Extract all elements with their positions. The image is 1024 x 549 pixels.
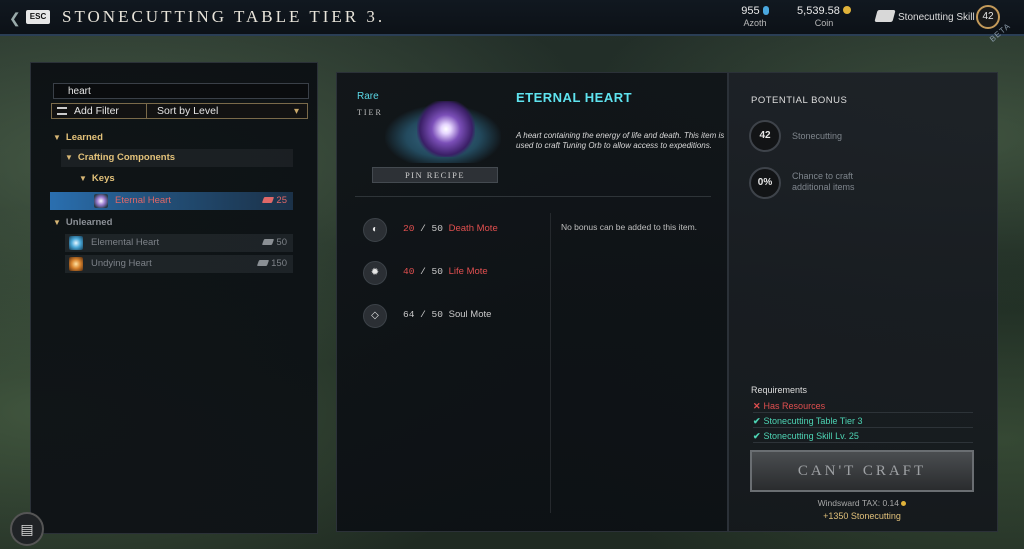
ingredient-have: 20 (403, 223, 415, 234)
chevron-down-icon: ▼ (53, 133, 61, 142)
recipe-count: 25 (262, 192, 287, 210)
chance-label: Chance to craft additional items (792, 171, 855, 192)
craft-panel: POTENTIAL BONUS 42 Stonecutting 0% Chanc… (728, 72, 998, 532)
pin-recipe-button[interactable]: PIN RECIPE (372, 167, 498, 183)
ingredient-have: 40 (403, 266, 415, 277)
rarity-label: Rare (357, 91, 379, 102)
tree-learned[interactable]: ▼ Learned (53, 132, 103, 143)
ingredient-name: Death Mote (448, 223, 498, 234)
tree-unlearned[interactable]: ▼ Unlearned (53, 217, 112, 228)
ingredient-need: 50 (431, 309, 443, 320)
undying-heart-icon (69, 257, 83, 271)
chevron-down-icon: ▾ (293, 106, 299, 117)
recipe-count: 150 (257, 255, 287, 273)
azoth-currency: 955 Azoth (740, 5, 770, 28)
death-mote-icon: ◐ (363, 218, 387, 242)
search-input[interactable] (53, 83, 309, 99)
recipe-name: Eternal Heart (115, 195, 171, 206)
tree-keys[interactable]: ▼ Keys (75, 170, 293, 188)
skill-bonus-label: Stonecutting (792, 131, 843, 141)
tree-crafting-components[interactable]: ▼ Crafting Components (61, 149, 293, 167)
requirement-item: ✕ Has Resources (753, 399, 973, 413)
azoth-value: 955 (741, 5, 760, 17)
ingredient-name: Soul Mote (448, 309, 492, 320)
coin-icon (842, 6, 851, 14)
back-arrow-icon[interactable]: ❮ (9, 10, 21, 26)
item-name: ETERNAL HEART (516, 90, 633, 105)
chevron-down-icon: ▼ (53, 218, 61, 227)
azoth-label: Azoth (743, 18, 767, 28)
recipe-item-elemental-heart[interactable]: Elemental Heart 50 (65, 234, 293, 252)
chevron-down-icon: ▼ (65, 153, 73, 162)
filter-icon (57, 107, 67, 115)
x-icon: ✕ (753, 401, 761, 411)
requirement-item: ✔ Stonecutting Skill Lv. 25 (753, 429, 973, 443)
life-mote-icon: ✹ (363, 261, 387, 285)
skill-level-badge: 42 (976, 5, 1000, 29)
elemental-heart-icon (69, 236, 83, 250)
divider (355, 196, 711, 197)
ingredient-have: 64 (403, 309, 415, 320)
check-icon: ✔ (753, 431, 761, 441)
xp-reward-text: +1350 Stonecutting (823, 511, 901, 521)
chat-icon[interactable]: ▤ (10, 512, 44, 546)
soul-mote-icon: ◇ (363, 304, 387, 328)
chance-badge: 0% (749, 167, 781, 199)
potential-bonus-title: POTENTIAL BONUS (751, 95, 848, 106)
recipe-name: Elemental Heart (91, 237, 160, 248)
check-icon: ✔ (753, 416, 761, 426)
no-bonus-text: No bonus can be added to this item. (560, 222, 698, 232)
skill-bonus-badge: 42 (749, 120, 781, 152)
ingot-icon (257, 260, 270, 266)
recipe-item-eternal-heart[interactable]: Eternal Heart 25 (50, 192, 293, 210)
skill-label: Stonecutting Skill (898, 12, 975, 23)
esc-key-button[interactable]: ESC (26, 10, 50, 24)
eternal-heart-gem-icon (417, 101, 475, 157)
page-title: STONECUTTING TABLE TIER 3. (62, 7, 386, 26)
coin-value: 5,539.58 (797, 5, 840, 17)
add-filter-label: Add Filter (74, 105, 119, 117)
ingredient-need: 50 (431, 266, 443, 277)
chevron-down-icon: ▼ (79, 174, 87, 183)
sort-dropdown[interactable]: Sort by Level ▾ (146, 103, 308, 119)
tax-text: Windsward TAX: 0.14 (750, 498, 974, 508)
coin-icon (901, 501, 907, 506)
recipe-count: 50 (262, 234, 287, 252)
ingredient-need: 50 (431, 223, 443, 234)
tier-label: TIER (357, 108, 383, 117)
item-description: A heart containing the energy of life an… (516, 131, 725, 150)
stonecutting-skill-icon (874, 10, 896, 22)
coin-label: Coin (814, 18, 834, 28)
sort-label: Sort by Level (157, 105, 219, 117)
top-bar: ❮ ESC STONECUTTING TABLE TIER 3. 955 Azo… (0, 0, 1024, 36)
coin-currency: 5,539.58 Coin (792, 5, 856, 28)
azoth-icon (762, 6, 769, 15)
requirement-item: ✔ Stonecutting Table Tier 3 (753, 414, 973, 428)
recipe-detail-panel: Rare TIER PIN RECIPE ETERNAL HEART A hea… (336, 72, 728, 532)
recipe-list-panel: Add Filter Sort by Level ▾ ▼Learned ▼Cra… (30, 62, 318, 534)
divider (550, 213, 551, 513)
requirements-title: Requirements (751, 385, 808, 395)
ingot-icon (262, 239, 275, 245)
craft-button[interactable]: CAN'T CRAFT (750, 450, 974, 492)
recipe-name: Undying Heart (91, 258, 152, 269)
recipe-item-undying-heart[interactable]: Undying Heart 150 (65, 255, 293, 273)
ingredient-name: Life Mote (448, 266, 488, 277)
eternal-heart-icon (94, 194, 108, 208)
ingot-icon (262, 197, 275, 203)
